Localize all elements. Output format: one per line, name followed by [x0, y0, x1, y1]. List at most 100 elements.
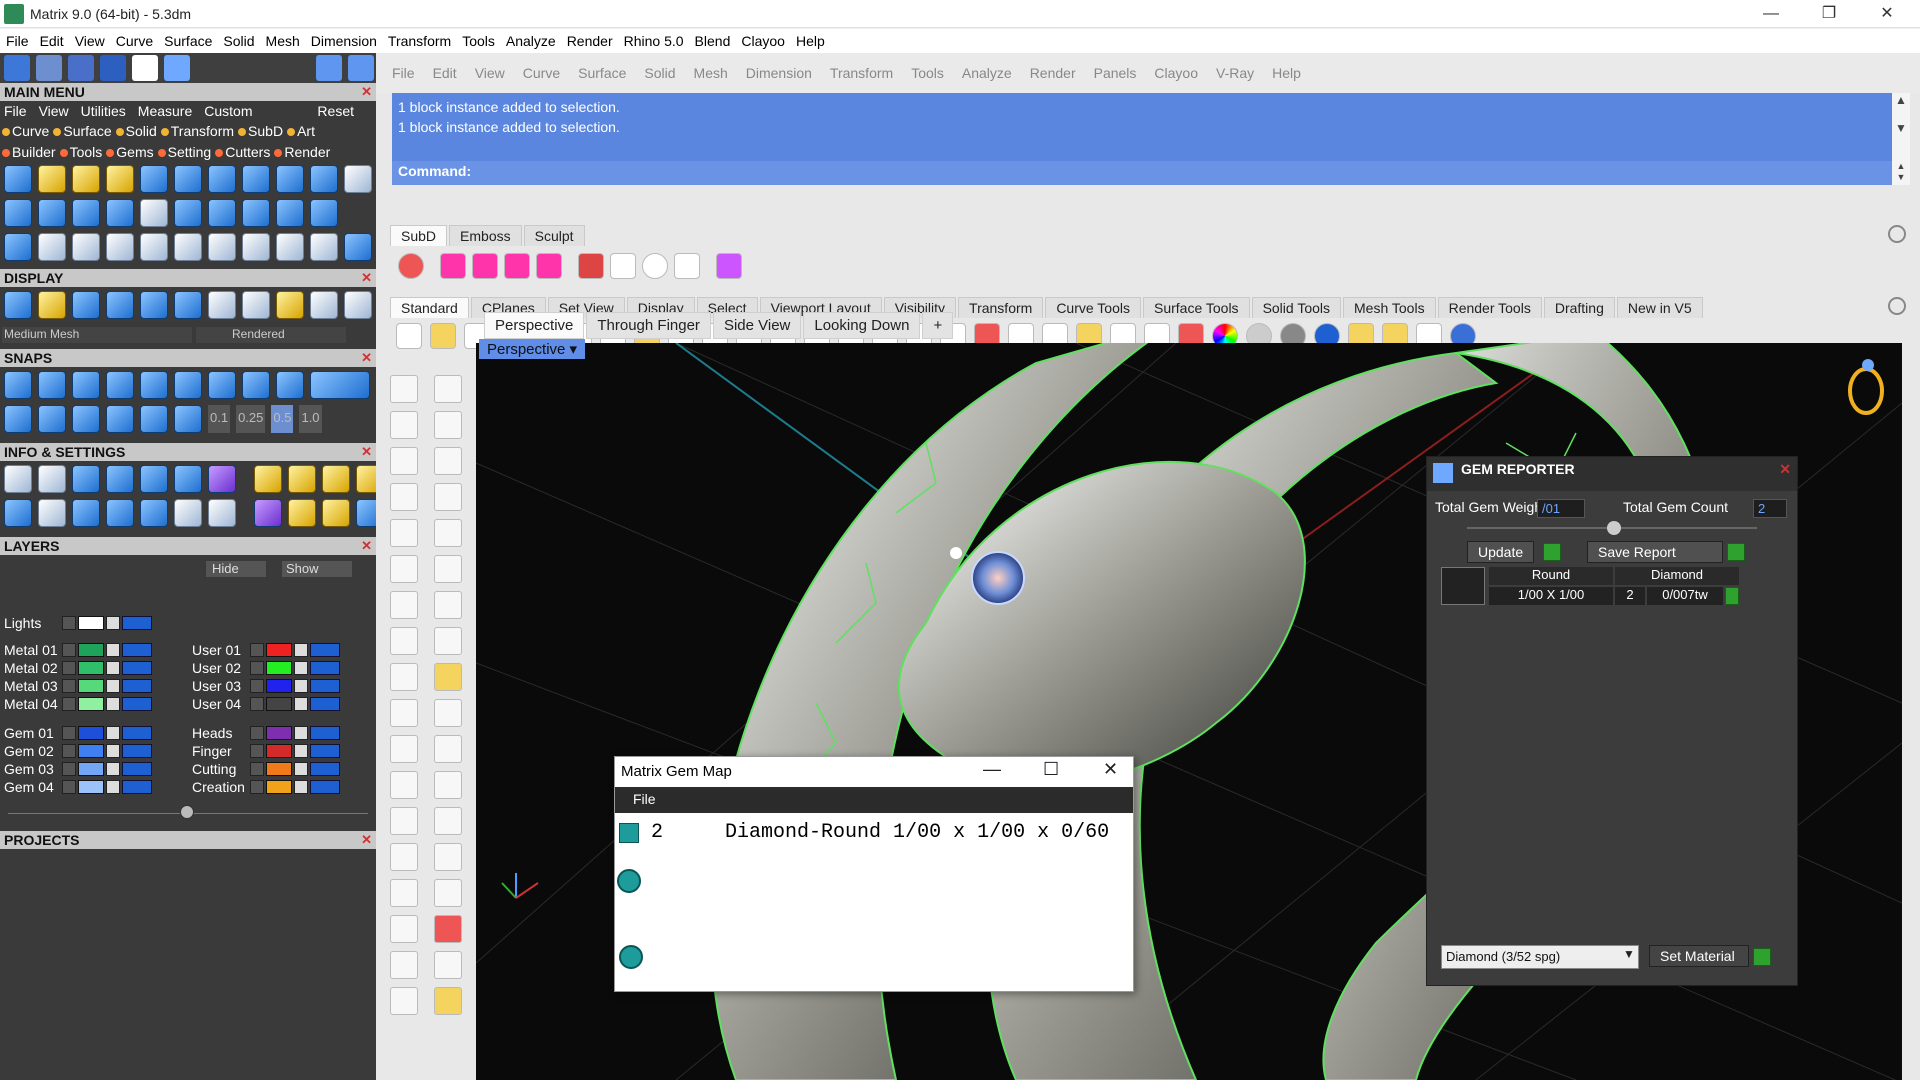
- tab-render-tools[interactable]: Render Tools: [1437, 297, 1542, 318]
- open-icon[interactable]: [430, 323, 456, 349]
- tool-icon[interactable]: [106, 165, 134, 193]
- menu-clayoo[interactable]: Clayoo: [741, 33, 785, 49]
- lock-icon[interactable]: [294, 762, 308, 776]
- pen-icon[interactable]: [100, 55, 126, 81]
- select-arrow-icon[interactable]: [390, 375, 418, 403]
- snap-value[interactable]: 0.25: [236, 405, 266, 433]
- tool-icon[interactable]: [344, 291, 372, 319]
- arrow-right-icon[interactable]: [348, 55, 374, 81]
- inner-menu-analyze[interactable]: Analyze: [962, 65, 1012, 81]
- lock-icon[interactable]: [294, 726, 308, 740]
- info-icon[interactable]: [254, 465, 282, 493]
- snap-icon[interactable]: [276, 371, 304, 399]
- tool-icon[interactable]: [106, 233, 134, 261]
- menu-transform[interactable]: Transform: [388, 33, 451, 49]
- mm-custom[interactable]: Custom: [204, 103, 252, 119]
- layer-row[interactable]: Heads: [188, 724, 340, 742]
- tool-icon[interactable]: [310, 233, 338, 261]
- set-material-button[interactable]: Set Material: [1649, 945, 1749, 967]
- viewport-tab-through-finger[interactable]: Through Finger: [586, 312, 711, 339]
- update-go-icon[interactable]: [1543, 543, 1561, 561]
- layer-visibility-toggle[interactable]: [310, 643, 340, 657]
- tool-icon[interactable]: [174, 165, 202, 193]
- tab-subd[interactable]: SubD: [390, 225, 448, 246]
- layer-color-swatch[interactable]: [266, 679, 292, 693]
- info-icon[interactable]: [106, 465, 134, 493]
- info-icon[interactable]: [174, 499, 202, 527]
- layer-arrow-icon[interactable]: [250, 780, 264, 794]
- tool-icon[interactable]: [4, 291, 32, 319]
- inner-menu-panels[interactable]: Panels: [1094, 65, 1137, 81]
- array-icon[interactable]: [390, 915, 418, 943]
- tool-icon[interactable]: [106, 291, 134, 319]
- info-icon[interactable]: [140, 499, 168, 527]
- layer-arrow-icon[interactable]: [250, 679, 264, 693]
- snap-icon[interactable]: [38, 371, 66, 399]
- layer-row[interactable]: Gem 02: [0, 742, 152, 760]
- point-icon[interactable]: [434, 375, 462, 403]
- info-icon[interactable]: [106, 499, 134, 527]
- layer-visibility-toggle[interactable]: [310, 661, 340, 675]
- text-icon[interactable]: [390, 807, 418, 835]
- snap-value[interactable]: 1.0: [299, 405, 322, 433]
- mm-reset[interactable]: Reset: [317, 103, 354, 119]
- category-builder[interactable]: Builder: [2, 144, 56, 160]
- menu-surface[interactable]: Surface: [164, 33, 212, 49]
- display-mode-select[interactable]: Rendered: [196, 327, 346, 343]
- trim-icon[interactable]: [390, 699, 418, 727]
- measure-icon[interactable]: [434, 879, 462, 907]
- gem-marker[interactable]: [619, 945, 643, 969]
- snap-icon[interactable]: [106, 405, 134, 433]
- layer-arrow-icon[interactable]: [250, 643, 264, 657]
- layer-visibility-toggle[interactable]: [122, 616, 152, 630]
- tab-curve-tools[interactable]: Curve Tools: [1045, 297, 1141, 318]
- tool-icon[interactable]: [106, 199, 134, 227]
- tool-icon[interactable]: [242, 233, 270, 261]
- menu-curve[interactable]: Curve: [116, 33, 153, 49]
- close-button[interactable]: ✕: [1858, 0, 1916, 28]
- tool-icon[interactable]: [310, 199, 338, 227]
- gem-marker[interactable]: [617, 869, 641, 893]
- inner-menu-edit[interactable]: Edit: [433, 65, 457, 81]
- tool-icon[interactable]: [4, 233, 32, 261]
- edit-icon[interactable]: [434, 843, 462, 871]
- tool-icon[interactable]: [72, 199, 100, 227]
- loft-icon[interactable]: [434, 555, 462, 583]
- subd-icon[interactable]: [504, 253, 530, 279]
- snap-icon[interactable]: [140, 371, 168, 399]
- layer-row[interactable]: Lights: [0, 614, 152, 632]
- layer-arrow-icon[interactable]: [62, 643, 76, 657]
- menu-analyze[interactable]: Analyze: [506, 33, 556, 49]
- mm-utilities[interactable]: Utilities: [81, 103, 126, 119]
- layer-visibility-toggle[interactable]: [310, 679, 340, 693]
- more-icon[interactable]: [674, 253, 700, 279]
- layer-row[interactable]: User 02: [188, 659, 340, 677]
- layer-row[interactable]: Gem 03: [0, 760, 152, 778]
- category-setting[interactable]: Setting: [157, 144, 211, 160]
- info-icon[interactable]: [38, 465, 66, 493]
- snap-icon[interactable]: [4, 405, 32, 433]
- layer-arrow-icon[interactable]: [250, 726, 264, 740]
- tool-icon[interactable]: [140, 165, 168, 193]
- tab-drafting[interactable]: Drafting: [1543, 297, 1615, 318]
- lock-icon[interactable]: [106, 726, 120, 740]
- tool-icon[interactable]: [344, 233, 372, 261]
- save-report-button[interactable]: Save Report: [1587, 541, 1723, 563]
- block-icon[interactable]: [390, 879, 418, 907]
- subd-icon[interactable]: [578, 253, 604, 279]
- lock-icon[interactable]: [106, 616, 120, 630]
- tab-solid-tools[interactable]: Solid Tools: [1251, 297, 1342, 318]
- tool-icon[interactable]: [242, 291, 270, 319]
- category-art[interactable]: Art: [287, 123, 315, 139]
- menu-dimension[interactable]: Dimension: [311, 33, 377, 49]
- viewport-tab-looking-down[interactable]: Looking Down: [803, 312, 921, 339]
- grid-icon[interactable]: [4, 55, 30, 81]
- menu-edit[interactable]: Edit: [40, 33, 64, 49]
- snap-icon[interactable]: [174, 371, 202, 399]
- tool-icon[interactable]: [310, 165, 338, 193]
- tool-icon[interactable]: [242, 165, 270, 193]
- layer-visibility-toggle[interactable]: [310, 744, 340, 758]
- layer-arrow-icon[interactable]: [62, 661, 76, 675]
- add-viewport-button[interactable]: +: [922, 312, 954, 339]
- layer-row[interactable]: Metal 03: [0, 677, 152, 695]
